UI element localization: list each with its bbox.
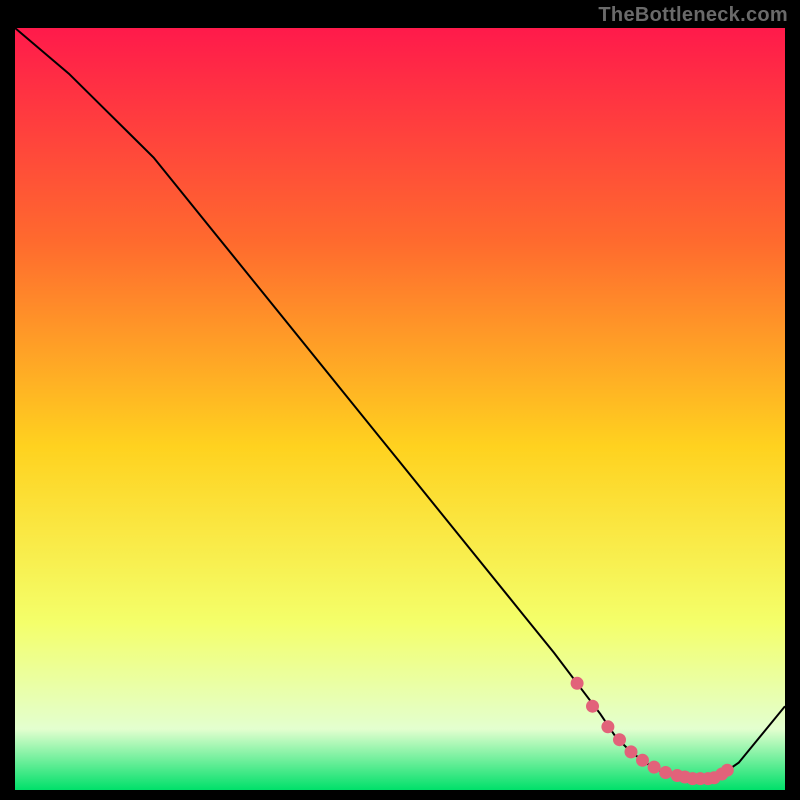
data-marker (586, 700, 599, 713)
data-marker (601, 720, 614, 733)
data-marker (571, 677, 584, 690)
data-marker (648, 761, 661, 774)
chart-container: TheBottleneck.com (0, 0, 800, 800)
data-marker (636, 754, 649, 767)
data-marker (613, 733, 626, 746)
gradient-background (15, 28, 785, 790)
data-marker (625, 745, 638, 758)
plot-area (15, 28, 785, 790)
chart-svg (15, 28, 785, 790)
data-marker (721, 764, 734, 777)
watermark-text: TheBottleneck.com (598, 4, 788, 27)
data-marker (659, 766, 672, 779)
